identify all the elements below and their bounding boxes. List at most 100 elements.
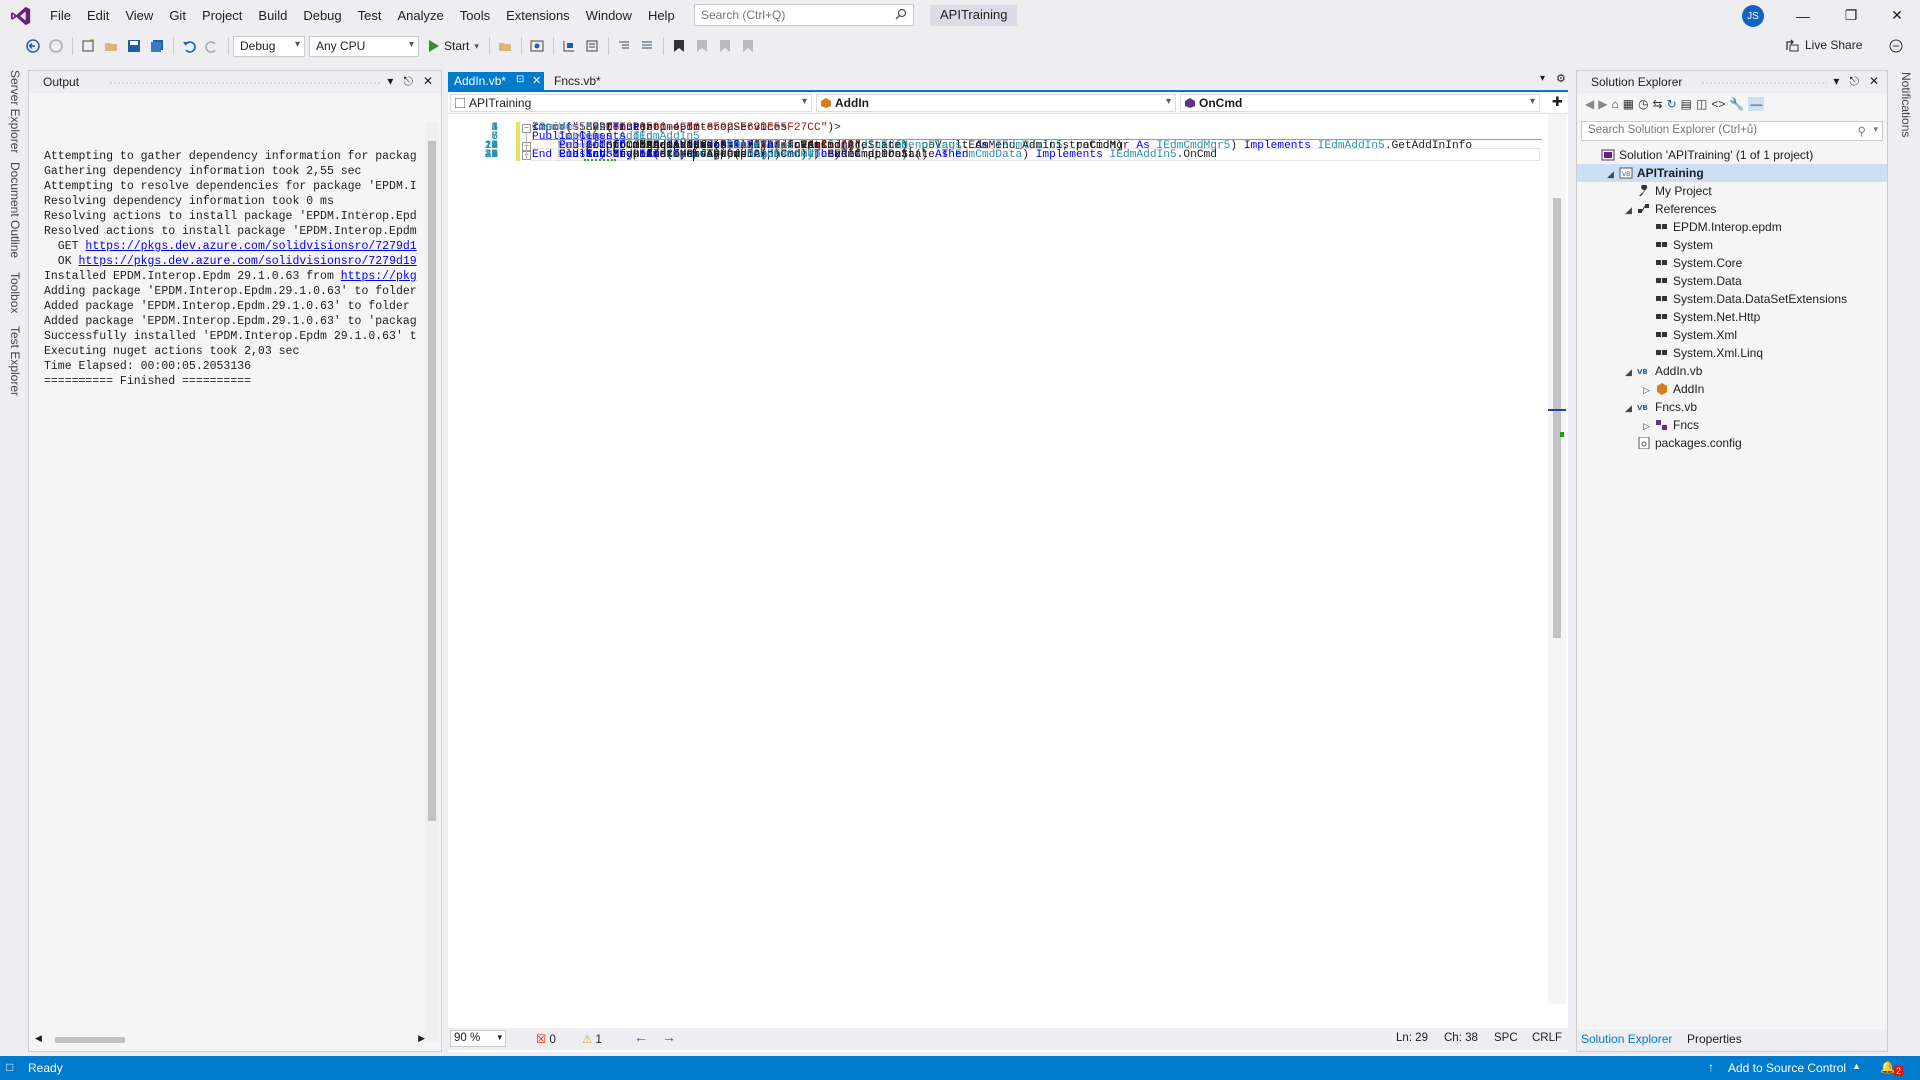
panel-grip[interactable] [109,81,381,85]
tree-item-fncs-vb[interactable]: ◢ VB Fncs.vb [1577,398,1887,416]
pin-icon[interactable]: ⎋ [1849,74,1859,89]
output-link[interactable]: https://pkgs.dev.azure.com/solidvisionsr… [79,255,417,268]
editor-vertical-scrollbar[interactable] [1548,114,1566,1004]
project-dropdown[interactable]: APITraining [450,94,812,112]
menu-file[interactable]: File [42,0,79,31]
uncomment-icon[interactable] [636,35,658,57]
toolbox-tab[interactable]: Toolbox [8,272,22,313]
close-icon[interactable]: ✕ [423,74,433,89]
tab-properties[interactable]: Properties [1687,1032,1742,1046]
collapse-arrow-icon[interactable]: ◢ [1625,363,1637,381]
menu-window[interactable]: Window [578,0,640,31]
tree-item-references[interactable]: ◢ References [1577,200,1887,218]
column-status[interactable]: Ch: 38 [1444,1032,1478,1044]
search-input[interactable]: Search (Ctrl+Q) [694,4,914,26]
code-lens-references[interactable]: 0 references [558,139,605,149]
line-ending-status[interactable]: CRLF [1532,1032,1562,1044]
save-icon[interactable] [123,35,145,57]
add-to-source-control-button[interactable]: Add to Source Control [1728,1061,1846,1075]
scrollbar-thumb[interactable] [1553,198,1561,638]
pending-changes-icon[interactable]: ◷ [1638,97,1648,111]
expand-arrow-icon[interactable]: ▷ [1643,381,1655,399]
test-explorer-tab[interactable]: Test Explorer [8,326,22,396]
panel-grip[interactable] [1701,81,1827,85]
navigate-back-icon[interactable]: ← [634,1029,648,1045]
live-share-button[interactable]: Live Share [1785,38,1862,52]
collapse-region-icon[interactable]: − [522,124,531,133]
menu-view[interactable]: View [117,0,161,31]
tab-addin-vb[interactable]: AddIn.vb* ⊡ ✕ [448,72,544,92]
menu-extensions[interactable]: Extensions [498,0,578,31]
tree-item-system-net-http[interactable]: System.Net.Http [1577,308,1887,326]
tree-item-my-project[interactable]: My Project [1577,182,1887,200]
close-window-icon[interactable]: ✕ [1874,0,1920,31]
menu-debug[interactable]: Debug [295,0,349,31]
step-into-icon[interactable] [558,35,580,57]
indent-mode-status[interactable]: SPC [1494,1032,1518,1044]
navigate-forward-icon[interactable]: → [662,1029,676,1045]
collapse-arrow-icon[interactable]: ◢ [1625,201,1637,219]
collapse-arrow-icon[interactable]: ◢ [1625,399,1637,417]
menu-analyze[interactable]: Analyze [389,0,451,31]
warning-squiggle[interactable] [584,159,616,162]
browse-icon[interactable] [494,35,516,57]
panel-menu-icon[interactable]: ▾ [1833,74,1839,89]
document-outline-tab[interactable]: Document Outline [8,162,22,258]
output-link[interactable]: https://pkg [341,270,417,283]
menu-tools[interactable]: Tools [452,0,498,31]
tree-item-system[interactable]: System [1577,236,1887,254]
menu-git[interactable]: Git [161,0,194,31]
output-horizontal-scrollbar[interactable]: ◀ ▶ [35,1033,425,1047]
source-control-dropdown-icon[interactable]: ▲ [1852,1061,1861,1071]
preview-selected-icon[interactable]: — [1748,97,1765,111]
tab-solution-explorer[interactable]: Solution Explorer [1581,1032,1672,1046]
errors-indicator[interactable]: ☒ 0 [536,1032,556,1046]
user-avatar[interactable]: JS [1742,5,1764,27]
back-icon[interactable] [22,35,44,57]
output-text[interactable]: Attempting to gather dependency informat… [44,149,424,389]
tree-item-system-data[interactable]: System.Data [1577,272,1887,290]
comment-icon[interactable] [613,35,635,57]
tab-list-dropdown-icon[interactable]: ▾ [1540,73,1545,84]
undo-icon[interactable] [178,35,200,57]
configuration-dropdown[interactable]: Debug [233,35,305,57]
server-explorer-tab[interactable]: Server Explorer [8,70,22,153]
refresh-icon[interactable]: ↻ [1667,97,1677,111]
menu-build[interactable]: Build [250,0,295,31]
search-options-icon[interactable]: ▾ [1873,124,1878,135]
clear-bookmarks-icon[interactable] [737,35,759,57]
platform-dropdown[interactable]: Any CPU [309,35,419,57]
open-folder-icon[interactable] [100,35,122,57]
switch-views-icon[interactable]: ▦ [1623,97,1634,111]
tree-item-solution-apitraining-1-of-1-project[interactable]: Solution 'APITraining' (1 of 1 project) [1577,146,1887,164]
next-bookmark-icon[interactable] [714,35,736,57]
forward-icon[interactable]: ▶ [1598,97,1607,111]
feedback-icon[interactable] [1888,38,1904,54]
collapse-all-icon[interactable]: ▤ [1681,97,1692,111]
close-icon[interactable]: ✕ [1869,74,1879,89]
expand-arrow-icon[interactable]: ▷ [1643,417,1655,435]
panel-menu-icon[interactable]: ▾ [387,74,393,89]
scrollbar-thumb[interactable] [428,141,436,821]
save-all-icon[interactable] [146,35,168,57]
tree-item-addin-vb[interactable]: ◢ VB AddIn.vb [1577,362,1887,380]
home-icon[interactable]: ⌂ [1611,97,1618,111]
output-link[interactable]: https://pkgs.dev.azure.com/solidvisionsr… [85,240,416,253]
start-debugging-button[interactable]: Start ▾ [423,35,485,57]
tree-item-addin[interactable]: ▷ AddIn [1577,380,1887,398]
close-tab-icon[interactable]: ✕ [532,74,541,87]
tree-item-fncs[interactable]: ▷ Fncs [1577,416,1887,434]
tree-item-system-core[interactable]: System.Core [1577,254,1887,272]
split-window-icon[interactable]: ✚ [1552,94,1563,110]
scrollbar-thumb[interactable] [55,1037,125,1043]
settings-gear-icon[interactable]: ⚙ [1556,72,1566,85]
notifications-bell-icon[interactable]: 🔔 [1880,1060,1895,1074]
warnings-indicator[interactable]: ⚠ 1 [582,1032,602,1046]
member-dropdown[interactable]: OnCmd [1180,94,1540,112]
step-over-icon[interactable] [581,35,603,57]
class-dropdown[interactable]: AddIn [816,94,1176,112]
code-text-area[interactable]: 1 Imports System.Runtime.InteropServices 2… [448,114,1548,1014]
visual-studio-logo-icon[interactable] [10,5,32,27]
redo-icon[interactable] [201,35,223,57]
bookmark-icon[interactable] [668,35,690,57]
